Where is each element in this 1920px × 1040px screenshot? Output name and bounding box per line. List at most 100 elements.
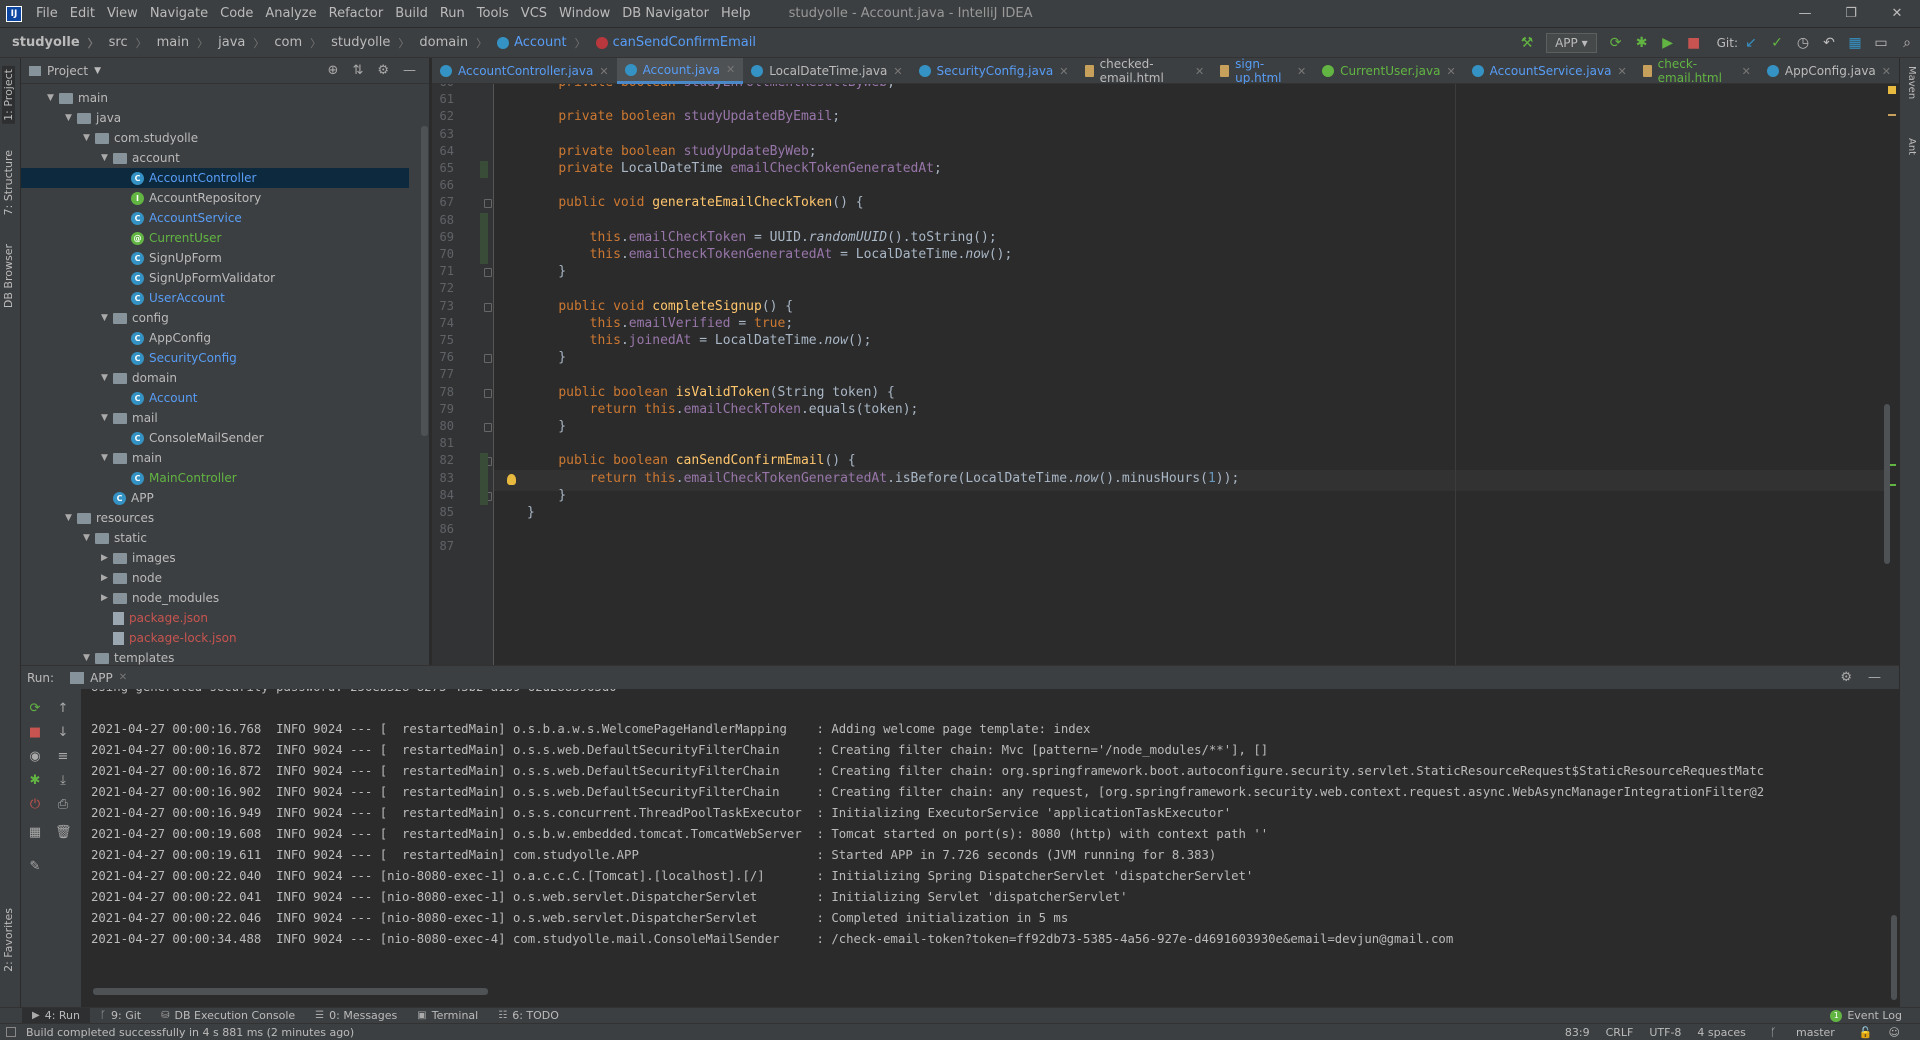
close-tab-icon[interactable]: ✕ [119,672,127,683]
tree-item-resources[interactable]: ▼ resources [21,508,409,528]
breadcrumb-item[interactable]: domain 〉 [409,35,487,51]
expanded-arrow-icon[interactable]: ▼ [65,513,77,523]
console-line[interactable]: 2021-04-27 00:00:16.902 INFO 9024 --- [ … [91,785,1764,799]
tree-item-useraccount[interactable]: C UserAccount [21,288,409,308]
tree-item-signupformvalidator[interactable]: C SignUpFormValidator [21,268,409,288]
menu-code[interactable]: Code [214,6,259,21]
collapse-all-icon[interactable]: ⇅ [352,63,363,78]
vcs-change-marker[interactable] [480,453,488,471]
code-line[interactable]: } [527,505,535,520]
code-line[interactable]: } [527,419,566,434]
expanded-arrow-icon[interactable]: ▼ [83,533,95,543]
code-line[interactable]: private boolean studyUpdateByWeb; [527,144,816,159]
indent-setting[interactable]: 4 spaces [1697,1026,1746,1039]
project-view-select[interactable]: Project [47,64,88,78]
tree-item-mail[interactable]: ▼ mail [21,408,409,428]
menu-build[interactable]: Build [389,6,434,21]
console-line[interactable]: 2021-04-27 00:00:16.949 INFO 9024 --- [ … [91,806,1231,820]
gear-icon[interactable]: ⚙ [377,63,389,78]
chevron-down-icon[interactable]: ▼ [94,66,101,76]
console-horizontal-scrollbar[interactable] [93,988,488,995]
caret-position[interactable]: 83:9 [1565,1026,1590,1039]
fold-marker-icon[interactable] [484,354,492,364]
breadcrumb-item[interactable]: studyolle 〉 [0,35,99,51]
breadcrumb-item[interactable]: java 〉 [208,35,264,51]
vcs-change-marker[interactable] [480,470,488,488]
vcs-change-marker[interactable] [480,487,488,505]
console-line[interactable]: 2021-04-27 00:00:34.488 INFO 9024 --- [n… [91,932,1453,946]
code-line[interactable]: this.emailCheckTokenGeneratedAt = LocalD… [527,247,1013,262]
tab-accountcontroller-java[interactable]: AccountController.java ✕ [432,58,617,84]
error-stripe-marker[interactable] [1888,114,1896,116]
tree-item-main[interactable]: ▼ main [21,88,409,108]
project-scrollbar[interactable] [421,126,428,436]
favorites-tool-tab[interactable]: 2: Favorites [2,908,15,972]
maven-tool-tab[interactable]: Maven [1906,66,1917,99]
close-tab-icon[interactable]: ✕ [1617,65,1626,78]
trash-icon[interactable]: 🗑 [55,825,72,841]
menu-help[interactable]: Help [715,6,757,21]
close-tab-icon[interactable]: ✕ [1297,65,1306,78]
close-tab-icon[interactable]: ✕ [1195,65,1204,78]
menu-tools[interactable]: Tools [471,6,515,21]
vcs-change-marker[interactable] [480,229,488,247]
structure-tool-tab[interactable]: 7: Structure [2,150,15,215]
console-line[interactable]: 2021-04-27 00:00:22.046 INFO 9024 --- [n… [91,911,1068,925]
rerun-icon[interactable]: ⟳ [27,701,43,717]
code-editor[interactable]: 60 61 62 63 64 65 66 67 68 69 70 71 72 73 74 75 76 77 78 79… [432,84,1887,665]
locate-icon[interactable]: ⊕ [328,63,339,78]
tree-item-main[interactable]: ▼ main [21,448,409,468]
debug-icon[interactable]: ✱ [27,773,43,789]
menu-edit[interactable]: Edit [64,6,101,21]
expanded-arrow-icon[interactable]: ▼ [65,113,77,123]
git-history-icon[interactable]: ◷ [1794,34,1812,52]
git-commit-icon[interactable]: ✓ [1768,34,1786,52]
event-log-tab[interactable]: 1 Event Log [1830,1009,1902,1022]
tree-item-domain[interactable]: ▼ domain [21,368,409,388]
expanded-arrow-icon[interactable]: ▼ [83,133,95,143]
stop-icon[interactable]: ■ [27,725,43,741]
bottom-tab-6-todo[interactable]: ☷ 6: TODO [488,1008,569,1024]
run-config-select[interactable]: APP ▾ [1546,33,1597,53]
expanded-arrow-icon[interactable]: ▼ [101,413,113,423]
project-tool-tab[interactable]: 1: Project [2,66,15,124]
collapsed-arrow-icon[interactable]: ▶ [101,593,113,603]
expanded-arrow-icon[interactable]: ▼ [101,313,113,323]
code-line[interactable]: this.emailVerified = true; [527,316,794,331]
rerun-icon[interactable]: ⟳ [1607,34,1625,52]
db-browser-tool-tab[interactable]: DB Browser [2,244,15,308]
close-tab-icon[interactable]: ✕ [1742,65,1751,78]
code-line[interactable]: public boolean isValidToken(String token… [527,385,895,400]
code-line[interactable]: public boolean canSendConfirmEmail() { [527,453,855,468]
git-branch-widget[interactable]: ᚴ master [1762,1026,1843,1039]
breadcrumb-item[interactable]: canSendConfirmEmail [586,35,756,51]
console-line[interactable]: 2021-04-27 00:00:16.872 INFO 9024 --- [ … [91,743,1268,757]
menu-window[interactable]: Window [553,6,616,21]
console-vertical-scrollbar[interactable] [1891,915,1897,1000]
console-line[interactable]: 2021-04-27 00:00:16.768 INFO 9024 --- [ … [91,722,1090,736]
tree-item-accountservice[interactable]: C AccountService [21,208,409,228]
code-line[interactable]: private boolean studyUpdatedByEmail; [527,109,840,124]
scroll-to-end-icon[interactable]: ⤓ [55,773,71,789]
menu-view[interactable]: View [101,6,144,21]
search-everywhere-icon[interactable]: ⌕ [1898,34,1916,52]
project-structure-icon[interactable]: ▦ [1846,34,1864,52]
breadcrumb-item[interactable]: main 〉 [147,35,208,51]
tree-item-package-json[interactable]: package.json [21,608,409,628]
layout-icon[interactable]: ▭ [1872,34,1890,52]
tab-appconfig-java[interactable]: AppConfig.java ✕ [1759,58,1899,84]
build-hammer-icon[interactable]: ⚒ [1518,34,1536,52]
coverage-icon[interactable]: ▶ [1659,34,1677,52]
close-icon[interactable]: ✕ [1874,0,1920,28]
run-tab-app[interactable]: APP ✕ [70,671,127,685]
print-icon[interactable]: ⎙ [55,797,71,813]
pin-icon[interactable]: ✎ [27,859,43,875]
tree-item-package-lock-json[interactable]: package-lock.json [21,628,409,648]
code-line[interactable]: private boolean studyEnrollmentResultByW… [527,84,895,90]
restore-icon[interactable]: ❐ [1828,0,1874,28]
camera-icon[interactable]: ◉ [27,749,43,765]
intention-bulb-icon[interactable] [507,473,516,485]
exit-icon[interactable]: ⏻ [27,797,43,813]
fold-marker-icon[interactable] [484,423,492,432]
hide-panel-icon[interactable]: — [403,63,416,78]
